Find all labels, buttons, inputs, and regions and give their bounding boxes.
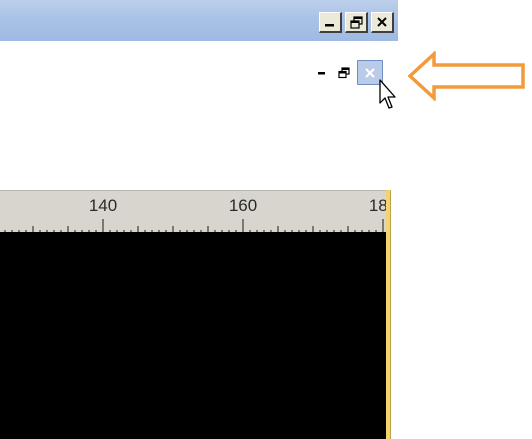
minimize-icon [318, 71, 325, 74]
doc-minimize-button[interactable] [313, 62, 331, 84]
callout-arrow-icon [408, 51, 525, 101]
title-bar[interactable] [0, 0, 398, 41]
restore-icon [349, 15, 363, 29]
ruler-label: 160 [228, 196, 258, 215]
window-caption-buttons [319, 12, 394, 33]
document-window-controls [313, 60, 383, 85]
screenshot-stage: 140 160 180 [0, 0, 532, 439]
document-area: 140 160 180 [0, 182, 398, 439]
minimize-window-button[interactable] [319, 12, 342, 33]
horizontal-ruler[interactable]: 140 160 180 [0, 190, 388, 233]
close-icon [377, 17, 387, 27]
restore-icon [337, 66, 350, 78]
application-window: 140 160 180 [0, 0, 398, 439]
image-canvas[interactable] [0, 232, 386, 439]
canvas-frame-edge [390, 190, 391, 439]
menu-area [0, 41, 398, 182]
doc-restore-button[interactable] [331, 62, 357, 84]
doc-close-button[interactable] [357, 60, 383, 85]
restore-window-button[interactable] [345, 12, 368, 33]
ruler-label: 140 [88, 196, 118, 215]
minimize-icon [325, 24, 334, 27]
close-icon [365, 67, 375, 78]
close-window-button[interactable] [371, 12, 394, 33]
ruler-ticks [4, 219, 384, 233]
